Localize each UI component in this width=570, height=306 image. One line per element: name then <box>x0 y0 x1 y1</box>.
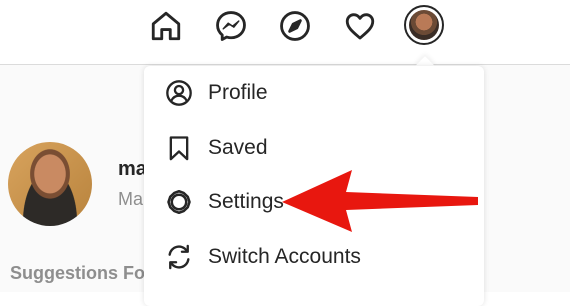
sidebar-fullname: Ma <box>118 189 144 209</box>
menu-item-label: Profile <box>208 81 268 104</box>
menu-item-label: Saved <box>208 136 268 159</box>
home-icon[interactable] <box>146 6 186 46</box>
settings-icon <box>164 187 194 217</box>
avatar[interactable] <box>8 142 92 226</box>
menu-item-profile[interactable]: Profile <box>144 66 484 120</box>
menu-item-switch-accounts[interactable]: Switch Accounts <box>144 230 484 284</box>
menu-item-saved[interactable]: Saved <box>144 121 484 175</box>
suggestions-heading: Suggestions Fo <box>10 263 145 283</box>
messenger-icon[interactable] <box>211 6 251 46</box>
sidebar-username[interactable]: ma <box>118 158 147 181</box>
menu-item-label: Settings <box>208 190 284 213</box>
bookmark-icon <box>164 133 194 163</box>
heart-icon[interactable] <box>340 6 380 46</box>
annotation-arrow <box>282 170 478 232</box>
profile-icon <box>164 78 194 108</box>
top-nav-bar <box>0 0 570 65</box>
profile-avatar-button[interactable] <box>404 5 444 45</box>
avatar <box>409 10 439 40</box>
explore-icon[interactable] <box>275 6 315 46</box>
switch-accounts-icon <box>164 242 194 272</box>
menu-item-label: Switch Accounts <box>208 245 361 268</box>
